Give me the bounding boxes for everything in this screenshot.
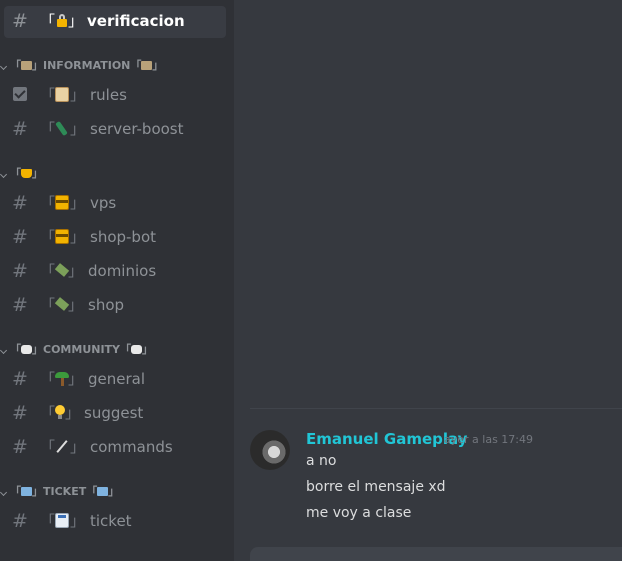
channel-shop[interactable]: # 「 」 shop [4,290,226,322]
channel-name: rules [90,86,127,104]
bracket-open: 「 [40,194,56,212]
bracket-close: 」 [68,370,84,388]
hashtag-icon: # [12,10,28,32]
category-title: INFORMATION [43,59,131,72]
satellite-emoji-icon [54,263,70,278]
hashtag-icon: # [12,294,28,316]
category-label: 「」INFORMATION「」 [10,59,164,72]
category-title: TICKET [43,485,87,498]
category-trophy[interactable]: 「」 [0,166,230,182]
hashtag-icon: # [12,368,28,390]
channel-name: server-boost [90,120,184,138]
message-line: borre el mensaje xd [306,479,446,495]
message-divider [250,408,622,409]
speech-bubble-emoji-icon [131,345,143,354]
checkbox-icon [13,87,27,101]
books-emoji-icon [21,61,32,70]
channel-commands[interactable]: # 「 」 commands [4,432,226,464]
bracket-close: 」 [70,512,86,530]
category-community[interactable]: 「」COMMUNITY「」 [0,342,230,358]
channel-rules[interactable]: 「 」 rules [4,80,226,112]
bracket-open: 「 [40,120,56,138]
credit-card-emoji-icon [55,195,69,210]
bracket-close: 」 [68,296,84,314]
palm-tree-emoji-icon [55,371,69,386]
channel-shop-bot[interactable]: # 「 」 shop-bot [4,222,226,254]
channel-suggest[interactable]: # 「 」 suggest [4,398,226,430]
bracket-open: 「 [40,12,56,30]
category-label: 「」TICKET「」 [10,485,120,498]
ticket-emoji-icon [97,487,109,496]
hashtag-icon: # [12,118,28,140]
category-label: 「」 [10,167,43,180]
bracket-open: 「 [40,228,56,246]
hashtag-icon: # [12,436,28,458]
hashtag-icon: # [12,192,28,214]
ticket-emoji-icon [55,513,69,528]
message-line: a no [306,453,337,469]
bracket-close: 」 [68,262,84,280]
chevron-down-icon [0,346,8,355]
bracket-close: 」 [68,12,84,30]
avatar[interactable] [250,430,290,470]
bracket-open: 「 [40,438,56,456]
message-timestamp: ayer a las 17:49 [444,433,533,446]
category-label: 「」COMMUNITY「」 [10,343,154,356]
magic-wand-emoji-icon [55,439,69,454]
channel-name: dominios [88,262,157,280]
message-line: me voy a clase [306,505,412,521]
channel-sidebar: # 「 」 verificacion 「」INFORMATION「」 「 」 r… [0,0,234,561]
bracket-open: 「 [40,370,56,388]
chevron-down-icon [0,62,8,71]
channel-name: vps [90,194,117,212]
channel-name: ticket [90,512,132,530]
channel-general[interactable]: # 「 」 general [4,364,226,396]
channel-server-boost[interactable]: # 「 」 server-boost [4,114,226,146]
channel-vps[interactable]: # 「 」 vps [4,188,226,220]
category-ticket[interactable]: 「」TICKET「」 [0,484,230,500]
chevron-down-icon [0,488,8,497]
credit-card-emoji-icon [55,229,69,244]
bracket-close: 」 [70,438,86,456]
message-input[interactable] [250,547,622,561]
channel-verificacion[interactable]: # 「 」 verificacion [4,6,226,38]
channel-name: shop-bot [90,228,157,246]
bracket-close: 」 [70,86,86,104]
channel-name: shop [88,296,125,314]
bracket-open: 「 [40,86,56,104]
hashtag-icon: # [12,226,28,248]
channel-dominios[interactable]: # 「 」 dominios [4,256,226,288]
bottle-emoji-icon [55,120,69,137]
chevron-down-icon [0,170,8,179]
channel-name: commands [90,438,173,456]
hashtag-icon: # [12,402,28,424]
channel-name: verificacion [87,12,185,30]
books-emoji-icon [141,61,153,70]
speech-bubble-emoji-icon [21,345,32,354]
channel-name: general [88,370,146,388]
bracket-close: 」 [65,404,81,422]
lock-emoji-icon [55,13,69,28]
channel-name: suggest [84,404,144,422]
bracket-open: 「 [40,296,56,314]
bracket-open: 「 [40,512,56,530]
bracket-close: 」 [70,194,86,212]
bracket-close: 」 [70,120,86,138]
bracket-open: 「 [40,262,56,280]
hashtag-icon: # [12,260,28,282]
ticket-emoji-icon [21,487,32,496]
category-title: COMMUNITY [43,343,121,356]
satellite-emoji-icon [54,297,70,312]
channel-ticket[interactable]: # 「 」 ticket [4,506,226,538]
category-information[interactable]: 「」INFORMATION「」 [0,58,230,74]
bracket-close: 」 [70,228,86,246]
scroll-emoji-icon [55,87,69,102]
trophy-emoji-icon [21,169,32,178]
hashtag-icon: # [12,510,28,532]
